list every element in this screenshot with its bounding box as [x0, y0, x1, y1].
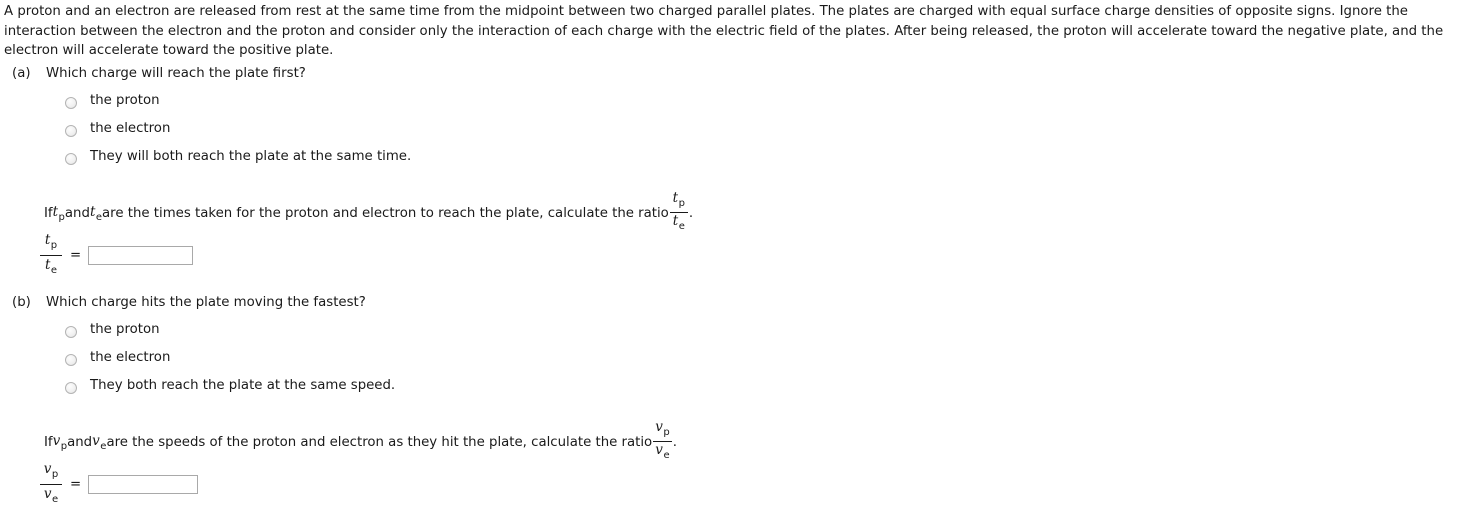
- option-label[interactable]: the proton: [90, 321, 160, 339]
- answer-input-b[interactable]: [88, 475, 199, 494]
- ratio-tail-text: are the speeds of the proton and electro…: [106, 435, 653, 450]
- variable-v-e: ve: [43, 486, 59, 505]
- variable-base: t: [44, 257, 51, 273]
- equals-sign: =: [70, 248, 82, 263]
- fraction-numerator: vp: [653, 420, 672, 440]
- variable-v-e: ve: [92, 433, 106, 452]
- variable-t-p: tp: [53, 204, 65, 223]
- variable-v-p: vp: [53, 433, 68, 452]
- variable-base: t: [89, 204, 96, 220]
- option-row[interactable]: the proton: [0, 321, 1468, 349]
- variable-t-e: te: [44, 257, 58, 276]
- variable-base: v: [43, 486, 52, 502]
- fraction-denominator: ve: [653, 443, 671, 463]
- question-text-b: Which charge hits the plate moving the f…: [46, 295, 366, 310]
- radio-button-icon[interactable]: [65, 153, 77, 165]
- option-label[interactable]: They both reach the plate at the same sp…: [90, 377, 395, 395]
- radio-button-icon[interactable]: [65, 382, 77, 394]
- option-row[interactable]: the proton: [0, 92, 1468, 120]
- part-label-b: (b): [12, 295, 31, 310]
- radio-button-icon[interactable]: [65, 354, 77, 366]
- option-group-b: the proton the electron They both reach …: [0, 321, 1468, 405]
- answer-row-b: vp ve =: [40, 461, 199, 508]
- option-row[interactable]: the electron: [0, 120, 1468, 148]
- question-part-b: (b) Which charge hits the plate moving t…: [0, 295, 1468, 405]
- answer-input-a[interactable]: [88, 246, 194, 265]
- equals-sign: =: [70, 477, 82, 492]
- variable-base: v: [43, 461, 52, 477]
- option-label[interactable]: the electron: [90, 349, 170, 367]
- ratio-middle-text: and: [64, 206, 90, 221]
- variable-v-p: vp: [655, 419, 670, 438]
- ratio-tail-text: are the times taken for the proton and e…: [102, 206, 669, 221]
- variable-base: v: [52, 433, 61, 449]
- option-row[interactable]: the electron: [0, 349, 1468, 377]
- ratio-lead-text: If: [44, 206, 53, 221]
- question-text-a: Which charge will reach the plate first?: [46, 66, 306, 81]
- variable-base: t: [44, 232, 51, 248]
- option-label[interactable]: They will both reach the plate at the sa…: [90, 148, 411, 166]
- variable-subscript: e: [51, 494, 59, 505]
- fraction-bar: [40, 484, 62, 485]
- question-a-header: (a) Which charge will reach the plate fi…: [0, 66, 1468, 86]
- ratio-period: .: [672, 435, 677, 450]
- answer-fraction-tp-te: tp te: [40, 232, 62, 279]
- variable-subscript: e: [50, 265, 58, 276]
- inline-fraction-tp-te: tp te: [669, 191, 688, 234]
- fraction-numerator: tp: [42, 232, 60, 254]
- variable-t-p: tp: [672, 190, 685, 209]
- variable-base: v: [655, 442, 663, 458]
- variable-base: v: [655, 419, 663, 435]
- radio-button-icon[interactable]: [65, 326, 77, 338]
- ratio-instruction-b: If vp and ve are the speeds of the proto…: [44, 420, 677, 464]
- option-label[interactable]: the electron: [90, 120, 170, 138]
- variable-v-p: vp: [43, 461, 59, 480]
- fraction-denominator: te: [671, 214, 687, 234]
- radio-button-icon[interactable]: [65, 97, 77, 109]
- inline-fraction-vp-ve: vp ve: [653, 420, 672, 463]
- variable-base: t: [672, 213, 679, 229]
- variable-v-e: ve: [655, 442, 670, 461]
- variable-base: t: [672, 190, 679, 206]
- option-group-a: the proton the electron They will both r…: [0, 92, 1468, 176]
- fraction-numerator: vp: [41, 461, 62, 483]
- variable-subscript: p: [678, 198, 685, 209]
- ratio-period: .: [688, 206, 694, 221]
- fraction-denominator: te: [42, 257, 60, 279]
- option-label[interactable]: the proton: [90, 92, 160, 110]
- ratio-lead-text: If: [44, 435, 53, 450]
- variable-t-e: te: [672, 213, 685, 232]
- fraction-bar: [40, 255, 62, 256]
- variable-subscript: p: [50, 240, 58, 251]
- fraction-denominator: ve: [41, 486, 61, 508]
- variable-subscript: e: [678, 221, 685, 232]
- question-b-header: (b) Which charge hits the plate moving t…: [0, 295, 1468, 315]
- variable-base: t: [52, 204, 59, 220]
- question-part-a: (a) Which charge will reach the plate fi…: [0, 66, 1468, 176]
- ratio-middle-text: and: [67, 435, 93, 450]
- ratio-instruction-a: If tp and te are the times taken for the…: [44, 191, 694, 235]
- radio-button-icon[interactable]: [65, 125, 77, 137]
- variable-subscript: p: [663, 427, 670, 438]
- option-row[interactable]: They both reach the plate at the same sp…: [0, 377, 1468, 405]
- option-row[interactable]: They will both reach the plate at the sa…: [0, 148, 1468, 176]
- variable-subscript: p: [51, 469, 59, 480]
- variable-t-p: tp: [44, 232, 58, 251]
- problem-statement: A proton and an electron are released fr…: [4, 4, 1444, 58]
- answer-fraction-vp-ve: vp ve: [40, 461, 62, 508]
- variable-base: v: [92, 433, 100, 449]
- variable-subscript: e: [663, 450, 670, 461]
- variable-t-e: te: [90, 204, 102, 223]
- part-label-a: (a): [12, 66, 31, 81]
- fraction-numerator: tp: [671, 191, 687, 211]
- answer-row-a: tp te =: [40, 232, 194, 279]
